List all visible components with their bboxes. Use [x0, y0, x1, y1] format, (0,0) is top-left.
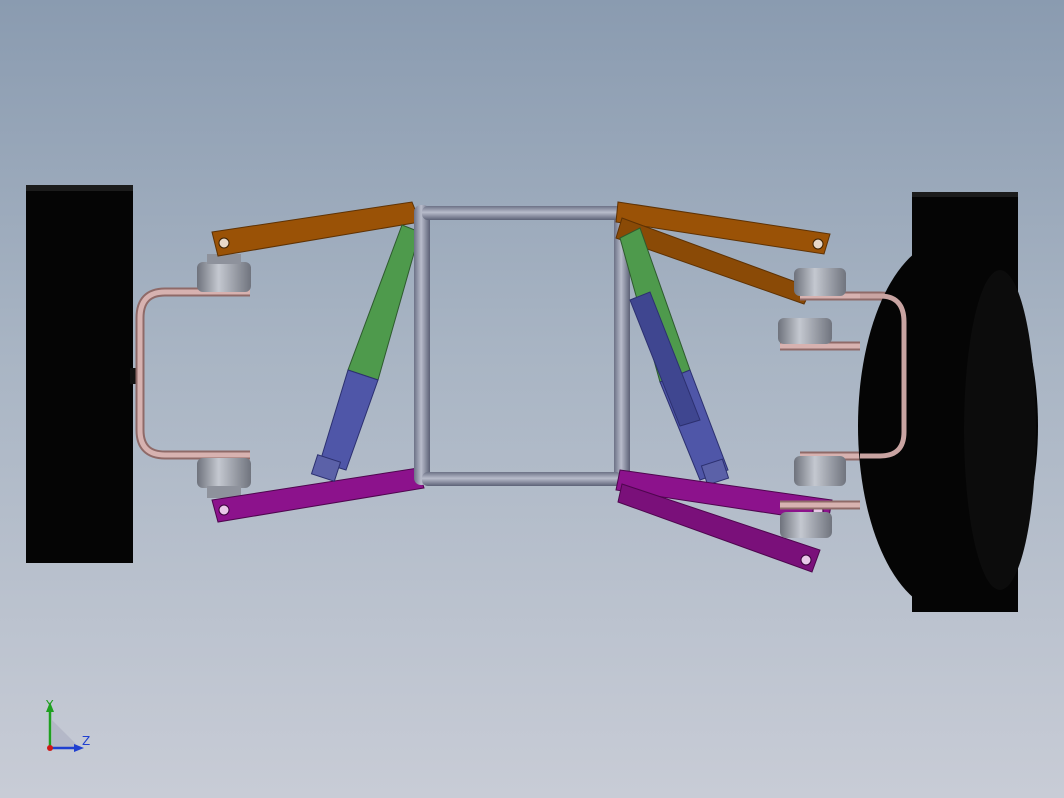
triad-z-label: Z	[82, 734, 91, 748]
left-upright[interactable]	[135, 287, 250, 460]
left-upright-inner	[137, 289, 250, 458]
right-wheel[interactable]	[858, 192, 1038, 612]
left-shock-absorber[interactable]	[310, 224, 421, 482]
left-lower-ball-joint[interactable]	[197, 458, 251, 498]
suspension-model[interactable]	[0, 0, 1064, 798]
left-upper-control-arm[interactable]	[211, 201, 421, 257]
chassis-frame[interactable]	[414, 205, 630, 486]
left-upper-ball-joint[interactable]	[197, 254, 251, 292]
graphics-viewport[interactable]: Y Z	[0, 0, 1064, 798]
left-wheel[interactable]	[26, 185, 138, 563]
triad-y-label: Y	[46, 698, 54, 712]
